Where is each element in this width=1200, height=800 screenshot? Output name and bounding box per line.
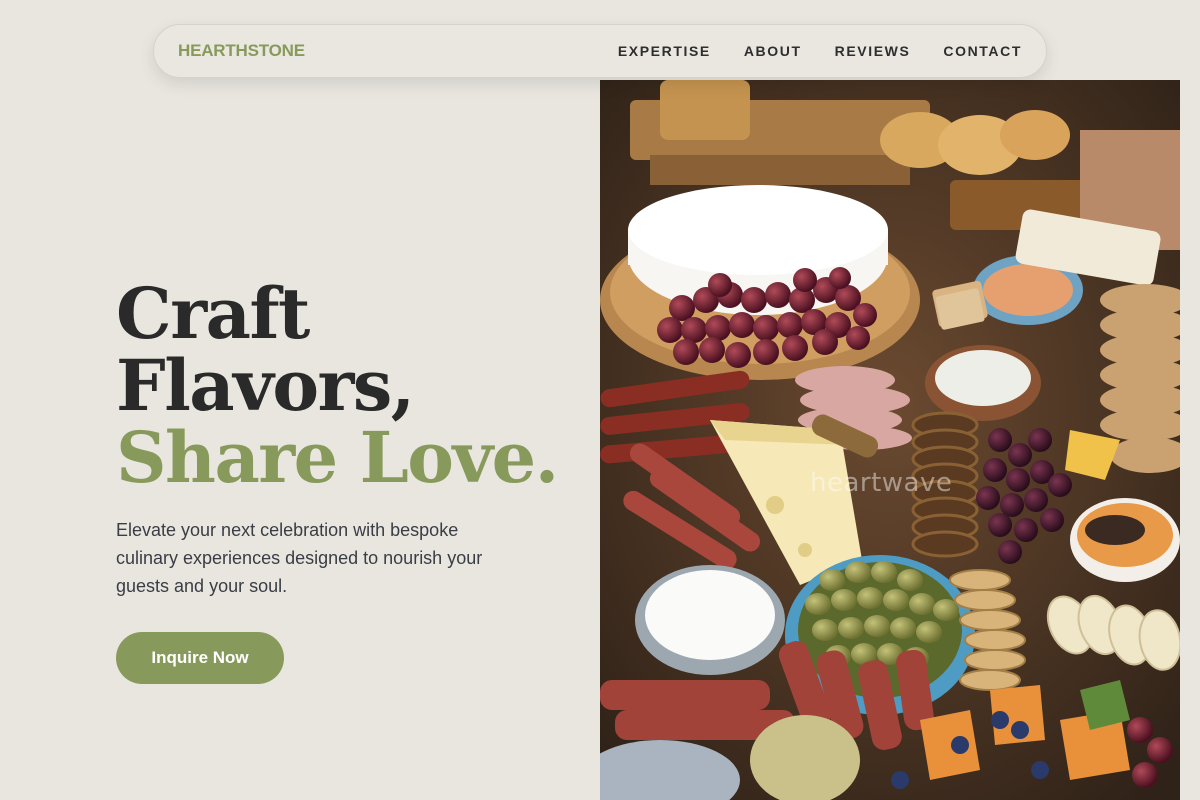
hero-headline: Craft Flavors, Share Love. <box>116 278 576 494</box>
headline-line-2: Flavors, <box>116 344 415 427</box>
charcuterie-illustration <box>600 80 1180 800</box>
headline-line-3: Share Love. <box>116 416 559 499</box>
landing-page: HEARTHSTONE EXPERTISE ABOUT REVIEWS CONT… <box>0 0 1200 800</box>
nav-link-contact[interactable]: CONTACT <box>943 43 1022 59</box>
nav-link-reviews[interactable]: REVIEWS <box>835 43 911 59</box>
nav-links: EXPERTISE ABOUT REVIEWS CONTACT <box>618 43 1022 59</box>
hero-text: Craft Flavors, Share Love. Elevate your … <box>116 278 576 600</box>
inquire-now-button[interactable]: Inquire Now <box>116 632 284 684</box>
headline-line-1: Craft <box>116 272 310 355</box>
hero-image-charcuterie: heartwave <box>600 80 1180 800</box>
top-nav: HEARTHSTONE EXPERTISE ABOUT REVIEWS CONT… <box>153 24 1047 78</box>
image-watermark: heartwave <box>810 468 953 498</box>
nav-link-expertise[interactable]: EXPERTISE <box>618 43 711 59</box>
nav-link-about[interactable]: ABOUT <box>744 43 802 59</box>
hero-subtitle: Elevate your next celebration with bespo… <box>116 520 483 596</box>
brand-logo[interactable]: HEARTHSTONE <box>178 41 305 61</box>
